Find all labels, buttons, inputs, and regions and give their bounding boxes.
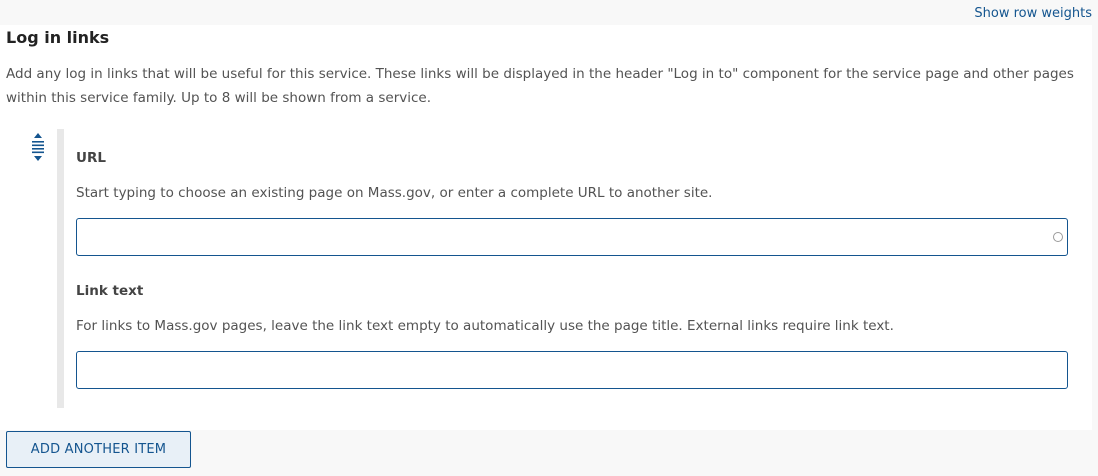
drag-handle-icon[interactable] (29, 133, 47, 163)
autocomplete-throbber-icon (1053, 232, 1063, 242)
url-description: Start typing to choose an existing page … (76, 185, 713, 201)
section-title: Log in links (6, 28, 110, 47)
url-label: URL (76, 150, 106, 166)
section-description: Add any log in links that will be useful… (6, 66, 1074, 106)
url-input[interactable] (76, 218, 1068, 256)
row-divider-bar (57, 129, 64, 408)
link-text-input[interactable] (76, 351, 1068, 389)
link-text-label: Link text (76, 283, 144, 299)
add-another-item-button[interactable]: ADD ANOTHER ITEM (6, 431, 191, 468)
show-row-weights-link[interactable]: Show row weights (974, 6, 1092, 21)
link-text-description: For links to Mass.gov pages, leave the l… (76, 318, 894, 334)
